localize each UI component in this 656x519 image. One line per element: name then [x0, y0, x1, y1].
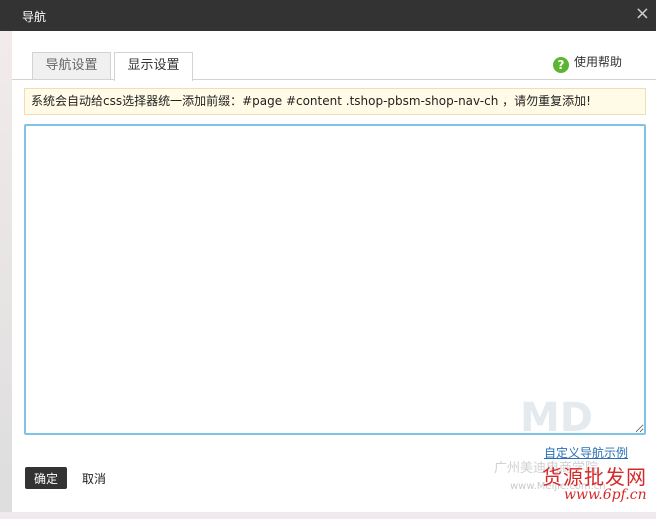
- cancel-button[interactable]: 取消: [76, 467, 112, 489]
- confirm-button[interactable]: 确定: [25, 467, 67, 489]
- dialog-title: 导航: [22, 10, 47, 24]
- css-prefix-notice: 系统会自动给css选择器统一添加前缀：#page #content .tshop…: [24, 88, 646, 115]
- background-page-left: [0, 0, 12, 519]
- dialog-titlebar: 导航 ×: [0, 0, 656, 31]
- tab-nav-settings[interactable]: 导航设置: [32, 52, 111, 79]
- help-circle-icon: ?: [552, 57, 569, 73]
- custom-nav-example-link[interactable]: 自定义导航示例: [544, 444, 628, 461]
- tab-display-settings[interactable]: 显示设置: [114, 52, 193, 81]
- nav-settings-dialog: 导航 × 导航设置 显示设置 ? 使用帮助 系统会自动给css选择器统一添加前缀：…: [0, 0, 656, 512]
- css-editor-textarea[interactable]: [24, 124, 646, 435]
- help-link[interactable]: ? 使用帮助: [552, 53, 622, 73]
- help-label: 使用帮助: [573, 55, 622, 69]
- background-page-bottom: [0, 512, 656, 519]
- close-icon[interactable]: ×: [635, 4, 650, 24]
